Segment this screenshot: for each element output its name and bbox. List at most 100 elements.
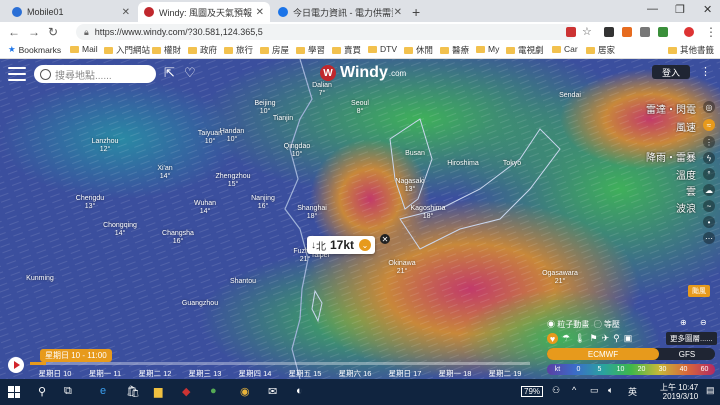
thunder-icon[interactable]: ϟ: [703, 152, 715, 164]
share-icon[interactable]: ⇱: [164, 65, 175, 81]
city-label[interactable]: Wuhan 14°: [185, 200, 225, 216]
typhoon-label[interactable]: 颱風: [688, 285, 710, 297]
back-button[interactable]: ←: [8, 25, 20, 39]
umbrella-icon[interactable]: ☂: [562, 333, 570, 344]
bookmark-item[interactable]: 學習: [296, 44, 325, 56]
close-window-button[interactable]: ✕: [703, 3, 712, 16]
store-icon[interactable]: 🛍︎: [126, 385, 140, 398]
chevron-up-icon[interactable]: ^: [572, 385, 576, 395]
bookmark-item[interactable]: 權財: [152, 44, 181, 56]
pin-icon[interactable]: ⚲: [613, 333, 620, 344]
address-bar[interactable]: 🔒︎ https://www.windy.com/?30.581,124.365…: [76, 24, 576, 40]
bookmark-item[interactable]: 其他書籤: [668, 44, 714, 56]
extension-icon[interactable]: [566, 27, 576, 37]
city-label[interactable]: Ogasawara 21°: [540, 270, 580, 286]
bookmark-item[interactable]: 旅行: [224, 44, 253, 56]
layer-radar-lightning[interactable]: 雷達・閃電: [646, 101, 696, 116]
city-label[interactable]: Changsha 16°: [158, 230, 198, 246]
city-label[interactable]: Chongqing 14°: [100, 222, 140, 238]
extension-icon[interactable]: [622, 27, 632, 37]
city-label[interactable]: Kunming: [20, 275, 60, 283]
clock[interactable]: 上午 10:47 2019/3/10: [660, 383, 698, 401]
model-gfs[interactable]: GFS: [659, 348, 715, 360]
bookmark-item[interactable]: 電視劇: [506, 44, 544, 56]
bookmark-item[interactable]: 入門網站: [104, 44, 150, 56]
timeline-day[interactable]: 星期日 10: [30, 368, 80, 379]
extension-icon[interactable]: [640, 27, 650, 37]
layer-clouds[interactable]: 雲: [686, 183, 696, 198]
city-label[interactable]: Tianjin: [263, 115, 303, 123]
bookmark-item[interactable]: Car: [552, 44, 578, 54]
cloud-icon[interactable]: ☁: [703, 184, 715, 196]
temperature-icon[interactable]: °: [703, 168, 715, 180]
tab-windy[interactable]: Windy: 風圖及天氣預報 ✕: [138, 2, 270, 22]
city-label[interactable]: Zhengzhou 15°: [213, 173, 253, 189]
wave-icon[interactable]: ~: [703, 200, 715, 212]
more-menu-icon[interactable]: ⋮: [700, 65, 711, 78]
timeline-day[interactable]: 星期二 12: [130, 368, 180, 379]
layer-temperature[interactable]: 溫度: [676, 167, 696, 182]
bookmark-item[interactable]: 醫療: [440, 44, 469, 56]
network-icon[interactable]: ▭: [590, 385, 599, 396]
city-label[interactable]: Beijing 10°: [245, 100, 285, 116]
city-label[interactable]: Shantou: [223, 278, 263, 286]
heart-icon[interactable]: ♡: [184, 65, 196, 81]
bookmark-item[interactable]: 休閒: [404, 44, 433, 56]
city-label[interactable]: Handan 10°: [212, 128, 252, 144]
timeline-day[interactable]: 星期一 11: [80, 368, 130, 379]
zoom-out-icon[interactable]: ⊖: [700, 318, 707, 327]
tab-mobile01[interactable]: Mobile01 ✕: [6, 2, 136, 22]
rain-icon[interactable]: ⋮: [703, 136, 715, 148]
bookmark-item[interactable]: Mail: [70, 44, 98, 54]
windows-start-icon[interactable]: [8, 386, 20, 398]
keyboard-icon[interactable]: 英: [628, 385, 637, 398]
notifications-icon[interactable]: ▤: [706, 385, 715, 396]
flag-icon[interactable]: ⚑: [590, 333, 598, 344]
city-label[interactable]: Lanzhou 12°: [85, 138, 125, 154]
reload-button[interactable]: ↻: [48, 25, 58, 39]
city-label[interactable]: Sendai: [550, 92, 590, 100]
more-layers-icon[interactable]: ⋯: [703, 232, 715, 244]
app-icon[interactable]: ◐: [296, 385, 303, 397]
timeline-day[interactable]: 星期五 15: [280, 368, 330, 379]
close-icon[interactable]: ✕: [256, 7, 264, 18]
layer-wind[interactable]: 風速: [676, 119, 696, 134]
app-icon[interactable]: ◆: [182, 385, 190, 398]
bookmark-item[interactable]: 政府: [188, 44, 217, 56]
chevron-down-icon[interactable]: ⌄: [359, 239, 372, 251]
city-label[interactable]: Guangzhou: [180, 300, 220, 308]
city-label[interactable]: Shanghai 18°: [292, 205, 332, 221]
timeline-day[interactable]: 星期三 13: [180, 368, 230, 379]
menu-icon[interactable]: [8, 67, 26, 81]
maximize-button[interactable]: ❐: [675, 3, 685, 16]
city-label[interactable]: Okinawa 21°: [382, 260, 422, 276]
search-icon[interactable]: ⚲: [38, 385, 46, 398]
app-icon[interactable]: ●: [210, 385, 217, 397]
bookmark-item[interactable]: 房屋: [260, 44, 289, 56]
isobars-toggle[interactable]: ◯ 等壓: [594, 320, 620, 329]
city-label[interactable]: Busan: [395, 150, 435, 158]
close-icon[interactable]: ✕: [380, 234, 390, 244]
city-label[interactable]: Hiroshima: [443, 160, 483, 168]
bookmark-item[interactable]: 賣買: [332, 44, 361, 56]
bookmark-item[interactable]: My: [476, 44, 499, 54]
city-label[interactable]: Chengdu 13°: [70, 195, 110, 211]
close-icon[interactable]: ✕: [122, 7, 130, 18]
city-label[interactable]: Qingdao 10°: [277, 143, 317, 159]
star-icon[interactable]: ☆: [582, 25, 592, 38]
timeline[interactable]: 星期日 10 - 11:00 星期日 10 星期一 11 星期二 12 星期三 13 星…: [0, 349, 540, 379]
wind-picker-bubble[interactable]: ↓ 北 17kt ⌄: [307, 236, 376, 254]
chrome-icon[interactable]: ◉: [240, 385, 250, 398]
timeline-day[interactable]: 星期六 16: [330, 368, 380, 379]
mail-icon[interactable]: ✉: [268, 385, 277, 398]
edge-icon[interactable]: e: [100, 385, 106, 397]
radar-icon[interactable]: ◎: [703, 101, 715, 113]
bookmark-item[interactable]: DTV: [368, 44, 397, 54]
timeline-track[interactable]: [30, 362, 530, 365]
drop-icon[interactable]: •: [703, 216, 715, 228]
timeline-day[interactable]: 星期一 18: [430, 368, 480, 379]
city-label[interactable]: Kagoshima 18°: [408, 205, 448, 221]
close-icon[interactable]: ✕: [394, 7, 402, 18]
city-label[interactable]: Dalian 7°: [302, 82, 342, 98]
profile-avatar[interactable]: [684, 27, 694, 37]
